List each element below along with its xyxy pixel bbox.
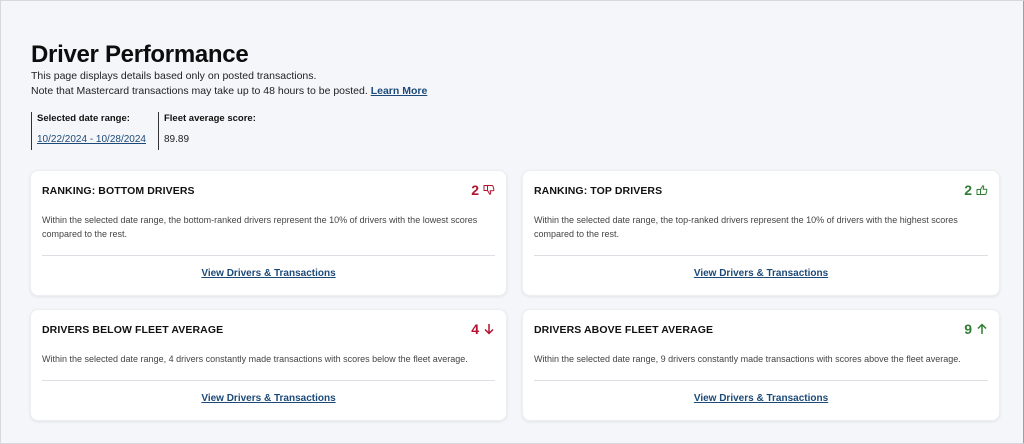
view-drivers-transactions-link[interactable]: View Drivers & Transactions [523, 268, 999, 279]
view-drivers-transactions-link[interactable]: View Drivers & Transactions [523, 393, 999, 404]
card-description: Within the selected date range, 4 driver… [42, 354, 468, 364]
card-description: Within the selected date range, the bott… [42, 215, 478, 239]
arrow-down-icon [484, 324, 494, 335]
card-title: DRIVERS BELOW FLEET AVERAGE [42, 324, 224, 336]
below-average-count: 4 [471, 321, 495, 337]
bottom-drivers-count: 2 [471, 182, 495, 198]
card-divider [42, 380, 495, 381]
page-subtitle-line2: Note that Mastercard transactions may ta… [31, 84, 427, 99]
bottom-drivers-card: RANKING: BOTTOM DRIVERS 2 Within the sel… [30, 170, 507, 296]
fleet-average-block: Fleet average score: 89.89 [157, 112, 256, 150]
card-title: DRIVERS ABOVE FLEET AVERAGE [534, 324, 714, 336]
count-value: 9 [964, 321, 972, 337]
above-average-count: 9 [964, 321, 988, 337]
thumbs-up-icon [976, 185, 988, 195]
card-title: RANKING: BOTTOM DRIVERS [42, 185, 195, 197]
page-title: Driver Performance [31, 41, 249, 68]
date-range-block: Selected date range: 10/22/2024 - 10/28/… [31, 112, 146, 150]
arrow-up-icon [977, 323, 987, 334]
count-value: 2 [964, 182, 972, 198]
learn-more-link[interactable]: Learn More [371, 85, 428, 97]
count-value: 4 [471, 321, 479, 337]
card-divider [534, 380, 988, 381]
page-subtitle-line1: This page displays details based only on… [31, 70, 317, 82]
top-drivers-count: 2 [964, 182, 988, 198]
above-average-card: DRIVERS ABOVE FLEET AVERAGE 9 Within the… [522, 309, 1000, 421]
below-average-card: DRIVERS BELOW FLEET AVERAGE 4 Within the… [30, 309, 507, 421]
date-range-label: Selected date range: [37, 113, 130, 124]
card-description: Within the selected date range, the top-… [534, 215, 958, 239]
posting-note: Note that Mastercard transactions may ta… [31, 85, 368, 97]
date-range-link[interactable]: 10/22/2024 - 10/28/2024 [37, 134, 146, 145]
card-description: Within the selected date range, 9 driver… [534, 354, 961, 364]
card-divider [42, 255, 495, 256]
top-drivers-card: RANKING: TOP DRIVERS 2 Within the select… [522, 170, 1000, 296]
thumbs-down-icon [483, 185, 495, 195]
card-title: RANKING: TOP DRIVERS [534, 185, 663, 197]
fleet-average-label: Fleet average score: [163, 113, 256, 124]
fleet-average-value: 89.89 [163, 134, 190, 145]
summary-meta: Selected date range: 10/22/2024 - 10/28/… [31, 112, 256, 150]
view-drivers-transactions-link[interactable]: View Drivers & Transactions [31, 268, 506, 279]
page-header: Driver Performance This page displays de… [31, 41, 427, 99]
count-value: 2 [471, 182, 479, 198]
card-divider [534, 255, 988, 256]
view-drivers-transactions-link[interactable]: View Drivers & Transactions [31, 393, 506, 404]
